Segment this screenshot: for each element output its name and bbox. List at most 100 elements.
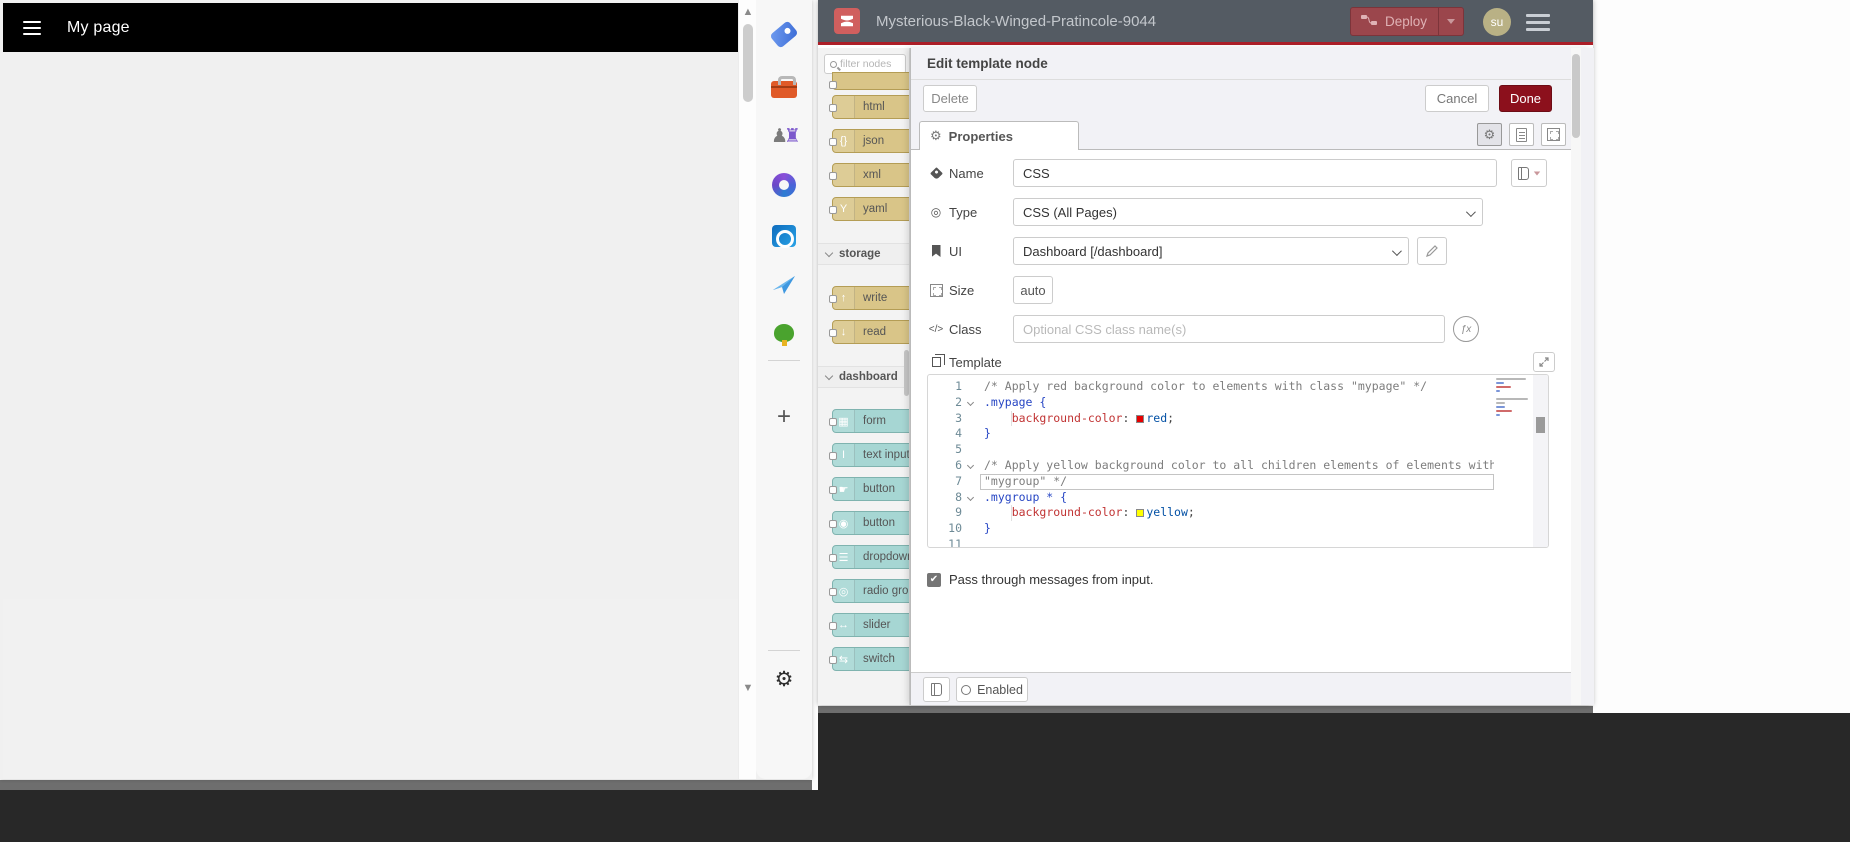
node-port [829, 138, 837, 146]
mygroup-yellow-area [14, 60, 727, 590]
code-line: 7 "mygroup" */ [955, 473, 1068, 488]
editor-scrollbar-thumb[interactable] [1536, 417, 1545, 433]
palette-node-text input[interactable]: Itext input [829, 443, 909, 467]
delete-button[interactable]: Delete [923, 85, 977, 112]
left-window-bottom-edge [0, 779, 812, 790]
bird-icon[interactable] [770, 321, 798, 349]
node-port [829, 588, 837, 596]
dashboard-scrollbar[interactable]: ▲ ▼ [738, 0, 756, 779]
palette-node-partial[interactable] [829, 72, 909, 90]
outlook-icon[interactable] [770, 222, 798, 250]
edit-properties-tool-button[interactable]: ⚙ [1477, 123, 1502, 146]
deploy-label: Deploy [1385, 14, 1428, 29]
type-row: ◎ Type CSS (All Pages) [911, 197, 1594, 227]
palette-node-dropdown[interactable]: ☰ dropdown [829, 545, 909, 569]
description-tool-button[interactable] [1509, 123, 1534, 146]
node-port [829, 295, 837, 303]
enabled-status-icon [961, 684, 972, 695]
cancel-button[interactable]: Cancel [1425, 85, 1489, 112]
palette-scrollbar-thumb[interactable] [904, 350, 909, 396]
size-button[interactable]: auto [1013, 276, 1053, 304]
code-line: 10} [948, 521, 991, 536]
editor-scrollbar[interactable] [1533, 375, 1548, 547]
deploy-button[interactable]: Deploy [1350, 7, 1464, 36]
palette-node-write[interactable]: ↑ write [829, 286, 909, 310]
palette-node-radio group[interactable]: ◎radio group [829, 579, 909, 603]
tray-button-bar: Delete Cancel Done [911, 80, 1594, 118]
settings-gear-icon[interactable]: ⚙ [770, 665, 798, 693]
paper-plane-icon[interactable] [770, 271, 798, 299]
palette-node-switch[interactable]: ⇆ switch [829, 647, 909, 671]
user-avatar[interactable]: su [1483, 8, 1511, 36]
rail-divider [768, 650, 800, 651]
scroll-down-arrow[interactable]: ▼ [742, 682, 754, 694]
appearance-tool-button[interactable] [1541, 123, 1566, 146]
edit-ui-button[interactable] [1417, 237, 1447, 265]
dashboard-empty-area [3, 599, 738, 779]
office365-icon[interactable] [770, 171, 798, 199]
scroll-up-arrow[interactable]: ▲ [742, 6, 754, 18]
palette-search[interactable]: filter nodes [824, 54, 906, 74]
palette-node-html[interactable]: html [829, 95, 909, 119]
class-input[interactable]: Optional CSS class name(s) [1013, 315, 1445, 343]
deploy-options-chevron[interactable] [1438, 8, 1463, 35]
tray-right-gutter [1581, 48, 1594, 705]
color-swatch [1136, 509, 1145, 518]
tag-icon[interactable] [769, 19, 799, 49]
palette-node-yaml[interactable]: Yyaml [829, 197, 909, 221]
node-port [829, 486, 837, 494]
ui-select[interactable]: Dashboard [/dashboard] [1013, 237, 1409, 265]
code-line: 4} [955, 426, 991, 441]
chess-icon[interactable]: ♟ ♜ [770, 122, 801, 150]
expand-editor-button[interactable] [1533, 352, 1555, 372]
color-swatch [1136, 414, 1145, 423]
chevron-down-icon [824, 248, 834, 258]
fold-chevron-icon [966, 398, 975, 406]
size-label: Size [949, 282, 975, 298]
desktop-dark-area-left [0, 790, 818, 842]
scrollbar-thumb[interactable] [743, 24, 753, 102]
dashboard-menu-icon[interactable] [23, 20, 41, 35]
node-port [829, 104, 837, 112]
palette-category-storage[interactable]: storage [818, 243, 909, 265]
palette-node-button[interactable]: ◉ button [829, 511, 909, 535]
palette-node-xml[interactable]: xml [829, 163, 909, 187]
toolbox-icon[interactable] [770, 73, 798, 101]
tray-footer: Enabled [911, 672, 1571, 705]
palette-node-read[interactable]: ↓ read [829, 320, 909, 344]
passthrough-checkbox[interactable]: ✔ [927, 572, 941, 587]
size-icon [927, 283, 945, 297]
chevron-down-icon [824, 371, 834, 381]
desktop-dark-area-right [818, 713, 1850, 842]
template-code-editor[interactable]: 1/* Apply red background color to elemen… [927, 374, 1549, 548]
code-line: 5 [955, 442, 962, 457]
done-button[interactable]: Done [1499, 85, 1552, 112]
library-footer-button[interactable] [923, 677, 950, 702]
type-select[interactable]: CSS (All Pages) [1013, 198, 1483, 226]
palette-node-button[interactable]: ☛ button [829, 477, 909, 501]
code-icon: </> [928, 323, 944, 335]
tray-scrollbar-thumb[interactable] [1572, 54, 1580, 138]
palette-node-json[interactable]: {} json [829, 129, 909, 153]
name-input[interactable]: CSS [1013, 159, 1497, 187]
enabled-toggle-button[interactable]: Enabled [956, 677, 1028, 702]
library-button[interactable] [1511, 159, 1547, 187]
rail-divider [768, 360, 800, 361]
palette-category-dashboard[interactable]: dashboard [818, 366, 909, 388]
template-row: Template [911, 352, 1594, 372]
palette-search-placeholder: filter nodes [840, 58, 892, 70]
name-row: Name CSS [911, 158, 1594, 188]
tab-properties[interactable]: ⚙ Properties [919, 121, 1079, 150]
passthrough-label: Pass through messages from input. [949, 572, 1154, 587]
tray-tabs: ⚙ Properties ⚙ [911, 118, 1594, 150]
add-favorite-button[interactable]: + [770, 403, 798, 431]
node-port [829, 656, 837, 664]
flow-title: Mysterious-Black-Winged-Pratincole-9044 [876, 12, 1157, 30]
favorites-rail: ♟ ♜ + ⚙ [756, 0, 812, 779]
palette-node-form[interactable]: ▦ form [829, 409, 909, 433]
gear-icon: ⚙ [930, 128, 942, 143]
tray-scrollbar[interactable] [1571, 48, 1581, 705]
palette-node-slider[interactable]: ↔ slider [829, 613, 909, 637]
fx-button[interactable]: ƒx [1453, 316, 1479, 342]
main-menu-icon[interactable] [1526, 14, 1550, 31]
